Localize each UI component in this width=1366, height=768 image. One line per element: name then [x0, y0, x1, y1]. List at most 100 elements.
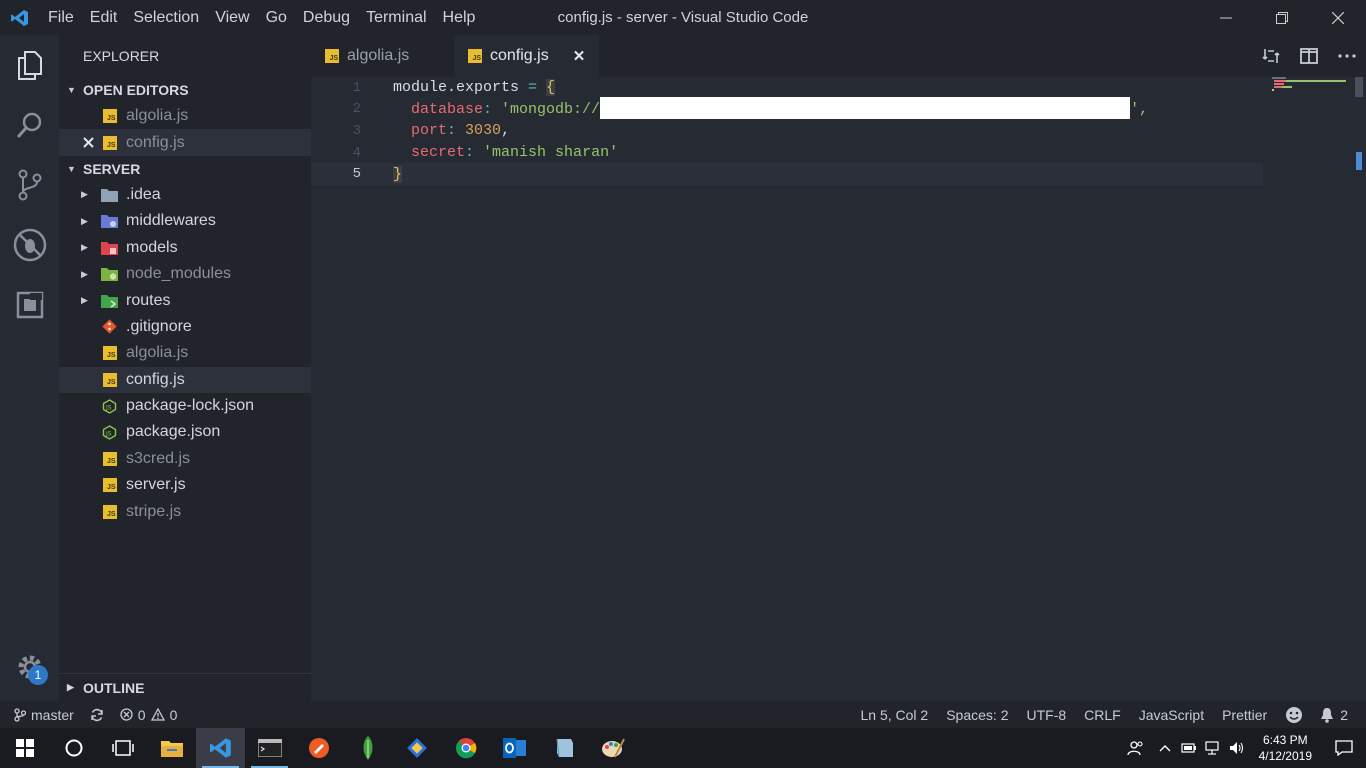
- vscode-logo-icon: [0, 0, 40, 35]
- tree-item-gitignore[interactable]: .gitignore: [59, 314, 311, 340]
- close-editor-icon[interactable]: [59, 137, 101, 148]
- outlook-taskbar-icon[interactable]: [490, 728, 539, 768]
- code-editor[interactable]: 1 module.exports = { 2 database: 'mongod…: [311, 77, 1366, 701]
- menu-bar: File Edit Selection View Go Debug Termin…: [40, 0, 483, 35]
- error-icon: [120, 708, 133, 721]
- menu-view[interactable]: View: [207, 0, 257, 35]
- feedback-smiley-icon[interactable]: [1277, 706, 1311, 724]
- tree-item-label: node_modules: [126, 265, 231, 283]
- tab-config[interactable]: JS config.js ✕: [454, 35, 600, 77]
- tree-item-models[interactable]: ▶ models: [59, 235, 311, 261]
- start-button[interactable]: [0, 728, 49, 768]
- manage-gear-icon[interactable]: 1: [0, 647, 59, 687]
- explorer-icon[interactable]: [0, 35, 59, 95]
- problems-indicator[interactable]: 0 0: [112, 707, 186, 723]
- menu-terminal[interactable]: Terminal: [358, 0, 434, 35]
- error-count: 0: [137, 706, 146, 723]
- minimap[interactable]: [1272, 77, 1352, 97]
- terminal-taskbar-icon[interactable]: [245, 728, 294, 768]
- close-tab-icon[interactable]: ✕: [573, 47, 586, 65]
- more-actions-icon[interactable]: [1328, 54, 1366, 58]
- open-editor-item[interactable]: JS algolia.js: [59, 103, 311, 129]
- task-view-icon[interactable]: [98, 728, 147, 768]
- robo3t-taskbar-icon[interactable]: [343, 728, 392, 768]
- cortana-search-icon[interactable]: [49, 728, 98, 768]
- tree-item-label: package-lock.json: [126, 397, 255, 415]
- tree-item-label: config.js: [126, 370, 185, 388]
- code-text: }: [393, 165, 403, 183]
- folder-label: SERVER: [83, 160, 141, 177]
- menu-selection[interactable]: Selection: [125, 0, 207, 35]
- extensions-icon[interactable]: [0, 275, 59, 335]
- open-editor-label: algolia.js: [126, 107, 189, 125]
- tray-overflow-chevron-icon[interactable]: [1153, 728, 1177, 768]
- vscode-taskbar-icon[interactable]: [196, 728, 245, 768]
- debug-icon[interactable]: [0, 215, 59, 275]
- outline-header[interactable]: ▶ OUTLINE: [59, 673, 311, 701]
- sourcetree-taskbar-icon[interactable]: [392, 728, 441, 768]
- open-editors-header[interactable]: ▼ OPEN EDITORS: [59, 77, 311, 103]
- tree-item-config[interactable]: JS config.js: [59, 366, 311, 393]
- tree-item-package-lock[interactable]: JS package-lock.json: [59, 393, 311, 419]
- compare-changes-icon[interactable]: [1252, 47, 1290, 65]
- postman-taskbar-icon[interactable]: [294, 728, 343, 768]
- people-icon[interactable]: [1119, 728, 1153, 768]
- menu-go[interactable]: Go: [258, 0, 295, 35]
- split-editor-icon[interactable]: [1290, 48, 1328, 64]
- close-window-button[interactable]: [1310, 0, 1366, 35]
- network-icon[interactable]: [1201, 728, 1225, 768]
- chrome-taskbar-icon[interactable]: [441, 728, 490, 768]
- language-mode[interactable]: JavaScript: [1131, 707, 1212, 723]
- chevron-right-icon: ▶: [81, 268, 88, 279]
- tree-item-package[interactable]: JS package.json: [59, 419, 311, 445]
- tree-item-middlewares[interactable]: ▶ middlewares: [59, 208, 311, 234]
- notifications[interactable]: 2: [1311, 707, 1366, 723]
- tree-item-server[interactable]: JS server.js: [59, 472, 311, 498]
- taskbar-clock[interactable]: 6:43 PM 4/12/2019: [1249, 732, 1322, 764]
- battery-icon[interactable]: [1177, 728, 1201, 768]
- code-text: port: 3030,: [411, 122, 511, 140]
- vertical-scrollbar[interactable]: [1352, 77, 1366, 701]
- branch-name: master: [31, 706, 74, 723]
- folder-header[interactable]: ▼ SERVER: [59, 156, 311, 182]
- formatter[interactable]: Prettier: [1212, 707, 1277, 723]
- paint-taskbar-icon[interactable]: [588, 728, 637, 768]
- notes-taskbar-icon[interactable]: [539, 728, 588, 768]
- cursor-position[interactable]: Ln 5, Col 2: [853, 707, 937, 723]
- js-file-icon: JS: [101, 372, 118, 387]
- chevron-right-icon: ▶: [81, 295, 88, 306]
- file-explorer-icon[interactable]: [147, 728, 196, 768]
- warning-count: 0: [169, 706, 178, 723]
- warning-icon: [150, 708, 165, 721]
- branch-indicator[interactable]: master: [0, 707, 82, 723]
- tab-algolia[interactable]: JS algolia.js: [311, 35, 454, 77]
- minimize-button[interactable]: [1198, 0, 1254, 35]
- action-center-icon[interactable]: [1322, 728, 1366, 768]
- menu-debug[interactable]: Debug: [295, 0, 358, 35]
- tab-label: config.js: [490, 47, 549, 64]
- tree-item-algolia[interactable]: JS algolia.js: [59, 340, 311, 366]
- indentation[interactable]: Spaces: 2: [936, 707, 1018, 723]
- window-controls: [1198, 0, 1366, 35]
- menu-file[interactable]: File: [40, 0, 82, 35]
- chevron-right-icon: ▶: [81, 215, 88, 226]
- volume-icon[interactable]: [1225, 728, 1249, 768]
- tree-item-stripe[interactable]: JS stripe.js: [59, 498, 311, 524]
- open-editor-item[interactable]: JS config.js: [59, 129, 311, 156]
- source-control-icon[interactable]: [0, 155, 59, 215]
- windows-taskbar: 6:43 PM 4/12/2019: [0, 728, 1366, 768]
- menu-help[interactable]: Help: [435, 0, 484, 35]
- tree-item-routes[interactable]: ▶ routes: [59, 287, 311, 313]
- search-icon[interactable]: [0, 95, 59, 155]
- tree-item-label: routes: [126, 291, 171, 309]
- encoding[interactable]: UTF-8: [1018, 707, 1074, 723]
- tree-item-s3cred[interactable]: JS s3cred.js: [59, 446, 311, 472]
- tree-item-node-modules[interactable]: ▶ node_modules: [59, 261, 311, 287]
- menu-edit[interactable]: Edit: [82, 0, 126, 35]
- sync-button[interactable]: [82, 708, 112, 722]
- restore-button[interactable]: [1254, 0, 1310, 35]
- tree-item-label: package.json: [126, 423, 221, 441]
- line-ending[interactable]: CRLF: [1074, 707, 1131, 723]
- tree-item-idea[interactable]: ▶ .idea: [59, 182, 311, 208]
- bell-icon: [1321, 707, 1334, 723]
